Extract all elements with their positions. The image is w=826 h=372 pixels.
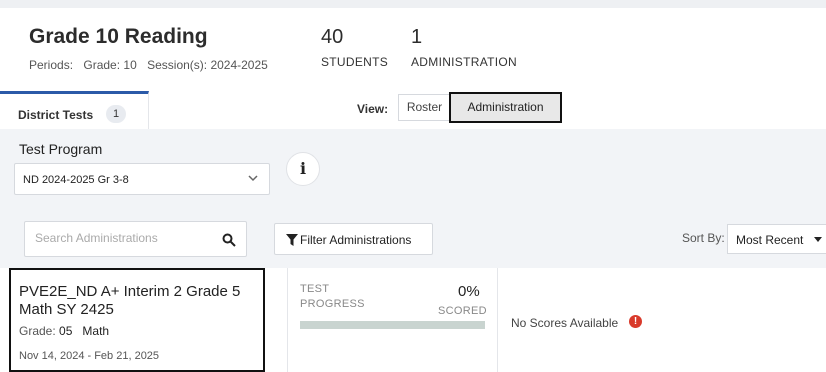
caret-down-icon	[814, 237, 822, 242]
filter-label: Filter Administrations	[300, 233, 412, 247]
test-program-select[interactable]: ND 2024-2025 Gr 3-8	[14, 163, 270, 195]
administration-info[interactable]: PVE2E_ND A+ Interim 2 Grade 5 Math SY 24…	[9, 268, 265, 372]
search-administrations[interactable]	[24, 221, 247, 257]
alert-icon[interactable]: !	[629, 315, 642, 328]
main-content: Test Program ND 2024-2025 Gr 3-8 i Filte…	[0, 129, 826, 372]
grade-prefix: Grade:	[19, 324, 56, 338]
top-divider	[0, 0, 826, 8]
card-divider	[287, 268, 288, 372]
session-label: Session(s): 2024-2025	[147, 58, 268, 72]
progress-bar	[300, 321, 485, 329]
tab-row: District Tests 1 View: Roster Administra…	[0, 91, 826, 129]
page-title: Grade 10 Reading	[29, 25, 208, 48]
administrations-count: 1	[411, 26, 423, 48]
class-meta: Periods: Grade: 10 Session(s): 2024-2025	[29, 58, 275, 72]
view-label: View:	[357, 102, 389, 116]
filter-icon	[286, 234, 298, 246]
administrations-stat: 1 ADMINISTRATION	[411, 26, 517, 69]
test-program-value: ND 2024-2025 Gr 3-8	[23, 174, 129, 186]
administration-grade: Grade: 05 Math	[19, 324, 109, 338]
sort-value: Most Recent	[736, 233, 804, 247]
test-program-label: Test Program	[19, 141, 103, 157]
test-progress-label: TEST PROGRESS	[300, 283, 365, 310]
view-administration-button[interactable]: Administration	[449, 92, 562, 123]
periods-label: Periods:	[29, 58, 74, 72]
students-stat: 40 STUDENTS	[321, 26, 388, 69]
administration-card: PVE2E_ND A+ Interim 2 Grade 5 Math SY 24…	[0, 268, 826, 372]
class-header: Grade 10 Reading Periods: Grade: 10 Sess…	[0, 0, 826, 95]
students-count: 40	[321, 26, 344, 48]
tab-district-tests[interactable]: District Tests 1	[0, 91, 149, 129]
subject-value: Math	[82, 324, 110, 338]
administration-title[interactable]: PVE2E_ND A+ Interim 2 Grade 5 Math SY 24…	[19, 283, 259, 319]
grade-label: Grade: 10	[83, 58, 137, 72]
tab-count-badge: 1	[106, 105, 126, 123]
students-label: STUDENTS	[321, 55, 389, 69]
card-divider	[497, 268, 498, 372]
info-icon[interactable]: i	[286, 152, 320, 186]
progress-percent: 0%	[458, 283, 480, 300]
search-input[interactable]	[35, 231, 215, 245]
tab-district-tests-label: District Tests	[18, 108, 94, 122]
administration-dates: Nov 14, 2024 - Feb 21, 2025	[19, 350, 160, 362]
sort-select[interactable]: Most Recent	[727, 224, 826, 254]
no-scores-text: No Scores Available	[511, 316, 619, 330]
sort-label: Sort By:	[682, 231, 725, 245]
filter-administrations-button[interactable]: Filter Administrations	[274, 223, 433, 255]
grade-value: 05	[59, 324, 73, 338]
chevron-down-icon	[248, 175, 258, 182]
scored-label: SCORED	[438, 305, 487, 317]
administrations-label: ADMINISTRATION	[411, 55, 517, 69]
view-roster-button[interactable]: Roster	[398, 94, 450, 121]
search-icon[interactable]	[222, 233, 236, 247]
